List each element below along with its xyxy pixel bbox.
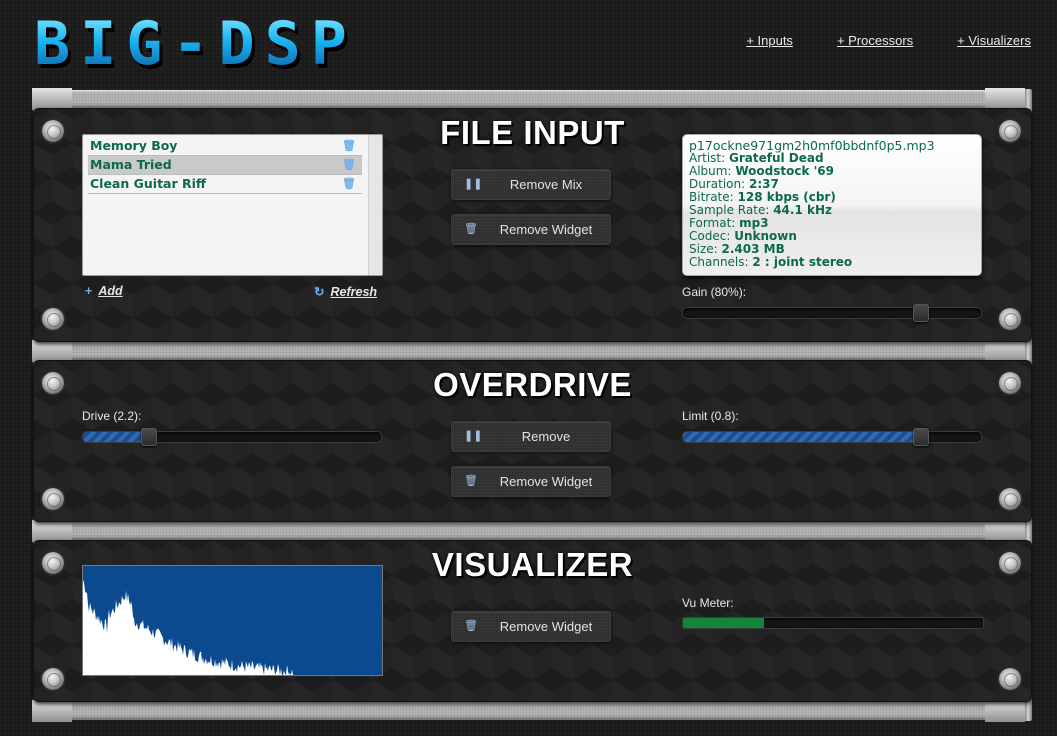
vu-meter xyxy=(682,617,984,629)
remove-button[interactable]: ❚❚ Remove xyxy=(451,421,611,452)
list-item[interactable]: Memory Boy 🗑 xyxy=(88,137,362,156)
limit-slider-handle[interactable] xyxy=(913,428,930,446)
spectrum-trace xyxy=(83,580,293,675)
file-name: Clean Guitar Riff xyxy=(90,176,207,191)
file-info-bitrate: 128 kbps (cbr) xyxy=(737,190,836,204)
file-info-duration: 2:37 xyxy=(749,177,779,191)
gain-slider[interactable] xyxy=(682,304,982,322)
panel-title: OVERDRIVE xyxy=(433,366,632,403)
rack-rail-1 xyxy=(32,340,1025,362)
rack-rail-bottom xyxy=(32,700,1025,722)
remove-widget-button[interactable]: 🗑 Remove Widget xyxy=(451,466,611,497)
file-name: Memory Boy xyxy=(90,138,178,153)
file-list[interactable]: Memory Boy 🗑 Mama Tried 🗑 Clean Guitar R… xyxy=(82,134,383,276)
file-info-samplerate: 44.1 kHz xyxy=(773,203,832,217)
overdrive-panel: OVERDRIVE Drive (2.2): ❚❚ Remove 🗑 Remov… xyxy=(33,360,1032,522)
screw-icon xyxy=(999,308,1021,330)
visualizer-panel: VISUALIZER 🗑 Remove Widget Vu Meter: xyxy=(33,540,1032,702)
file-info-size: 2.403 MB xyxy=(721,242,785,256)
file-list-scrollbar[interactable] xyxy=(368,135,382,275)
drive-slider-fill xyxy=(83,432,149,442)
trash-icon[interactable]: 🗑 xyxy=(342,156,356,174)
list-item[interactable]: Clean Guitar Riff 🗑 xyxy=(88,175,362,194)
trash-icon[interactable]: 🗑 xyxy=(342,137,356,155)
limit-label: Limit (0.8): xyxy=(682,409,739,423)
remove-widget-button[interactable]: 🗑 Remove Widget xyxy=(451,214,611,245)
add-file-link[interactable]: + Add xyxy=(85,284,123,298)
list-item[interactable]: Mama Tried 🗑 xyxy=(88,156,362,175)
file-input-panel: FILE INPUT Memory Boy 🗑 Mama Tried 🗑 Cle… xyxy=(33,108,1032,342)
spectrum-graph xyxy=(83,580,293,675)
trash-icon: 🗑 xyxy=(464,475,478,487)
refresh-label: Refresh xyxy=(330,285,378,299)
pause-icon: ❚❚ xyxy=(464,430,483,442)
drive-slider[interactable] xyxy=(82,428,382,446)
file-info-channels: 2 : joint stereo xyxy=(752,255,853,269)
file-info-format: mp3 xyxy=(739,216,769,230)
rack-rail-top xyxy=(32,88,1025,110)
gain-slider-handle[interactable] xyxy=(913,304,930,322)
remove-widget-button[interactable]: 🗑 Remove Widget xyxy=(451,611,611,642)
spectrum-display xyxy=(82,565,383,676)
screw-icon xyxy=(42,668,64,690)
refresh-icon: ↻ xyxy=(314,285,325,299)
trash-icon: 🗑 xyxy=(464,223,478,235)
gain-label: Gain (80%): xyxy=(682,285,747,299)
remove-mix-button[interactable]: ❚❚ Remove Mix xyxy=(451,169,611,200)
pause-icon: ❚❚ xyxy=(464,178,483,190)
screw-icon xyxy=(42,488,64,510)
plus-icon: + xyxy=(85,284,93,298)
app-logo: BIG-DSP xyxy=(34,9,357,79)
drive-label: Drive (2.2): xyxy=(82,409,142,423)
trash-icon: 🗑 xyxy=(464,620,478,632)
screw-icon xyxy=(999,668,1021,690)
file-name: Mama Tried xyxy=(90,157,172,172)
screw-icon xyxy=(42,308,64,330)
rack-rail-2 xyxy=(32,520,1025,542)
file-info-codec: Unknown xyxy=(734,229,797,243)
limit-slider-fill xyxy=(683,432,922,442)
nav-visualizers-link[interactable]: + Visualizers xyxy=(957,33,1031,48)
file-info-artist: Grateful Dead xyxy=(729,151,824,165)
file-info-album: Woodstock '69 xyxy=(735,164,834,178)
nav-processors-link[interactable]: + Processors xyxy=(837,33,913,48)
vu-meter-fill xyxy=(683,618,764,628)
file-info-box: p17ockne971gm2h0mf0bbdnf0p5.mp3 Artist: … xyxy=(682,134,982,276)
refresh-link[interactable]: ↻ Refresh xyxy=(314,284,377,299)
top-nav: + Inputs + Processors + Visualizers xyxy=(746,33,1031,48)
nav-inputs-link[interactable]: + Inputs xyxy=(746,33,793,48)
limit-slider[interactable] xyxy=(682,428,982,446)
add-label: Add xyxy=(98,284,123,298)
trash-icon[interactable]: 🗑 xyxy=(342,175,356,193)
screw-icon xyxy=(999,488,1021,510)
vu-meter-label: Vu Meter: xyxy=(682,596,734,610)
drive-slider-handle[interactable] xyxy=(140,428,157,446)
